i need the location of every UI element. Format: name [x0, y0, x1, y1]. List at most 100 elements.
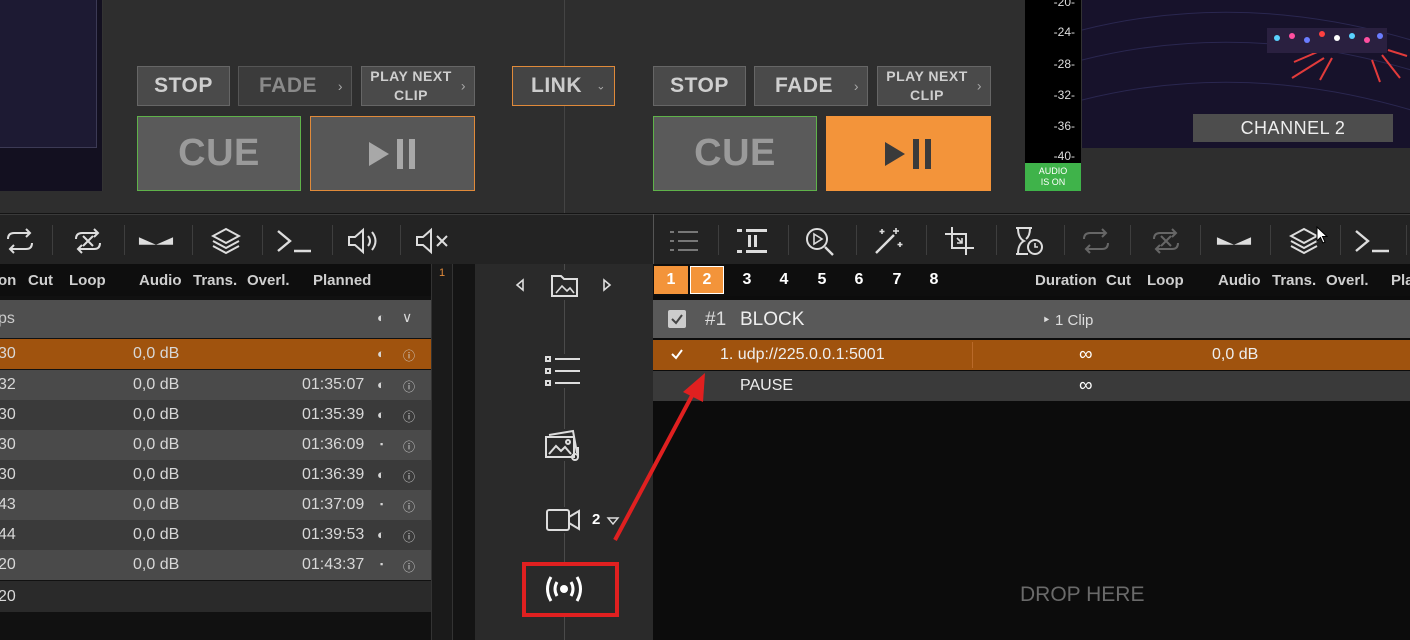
link-dropdown[interactable]: LINK ⌄	[512, 66, 615, 106]
right-stop-button[interactable]: STOP	[653, 66, 746, 106]
info-icon[interactable]: ⓘ	[403, 468, 415, 485]
camera-count: 2	[592, 511, 601, 528]
camera-icon[interactable]	[545, 507, 581, 533]
toolbar-divider	[1270, 225, 1271, 255]
left-cue-button[interactable]: CUE	[137, 116, 301, 191]
table-row[interactable]: 30 0,0 dB 01:35:39 ◐ ⓘ	[0, 400, 431, 430]
chevron-right-icon: ›	[460, 77, 466, 94]
right-cue-button[interactable]: CUE	[653, 116, 817, 191]
console-icon[interactable]	[1354, 223, 1390, 259]
info-icon[interactable]: ⓘ	[403, 528, 415, 545]
column-header: Overl.	[1326, 272, 1369, 289]
toolbar-divider	[262, 225, 263, 255]
tab-1[interactable]: 1	[654, 266, 688, 294]
chevron-down-icon[interactable]: ∨	[402, 309, 412, 326]
magic-wand-icon[interactable]	[870, 223, 906, 259]
right-play-next-clip-button[interactable]: PLAY NEXT CLIP ›	[877, 66, 991, 106]
table-row[interactable]: 20	[0, 581, 431, 612]
chevron-down-icon: ⌄	[596, 80, 606, 93]
table-row[interactable]: 30 0,0 dB ◐ ⓘ	[0, 339, 431, 369]
block-checkbox[interactable]	[668, 310, 686, 328]
toolbar-divider	[1130, 225, 1131, 255]
media-library-icon[interactable]	[544, 429, 582, 461]
tab-4[interactable]: 4	[767, 266, 801, 294]
repeat-icon[interactable]	[2, 223, 38, 259]
info-icon[interactable]: ⓘ	[403, 408, 415, 425]
repeat-off-icon[interactable]	[1148, 223, 1184, 259]
half-circle-icon: ◐	[377, 467, 385, 482]
square-marker-icon: ▪	[380, 499, 384, 509]
repeat-off-icon[interactable]	[70, 223, 106, 259]
meter-label: -20-	[1053, 0, 1075, 9]
group-row[interactable]: ps ◐ ∨	[0, 300, 431, 338]
transition-icon[interactable]	[1216, 223, 1252, 259]
block-name: BLOCK	[740, 309, 805, 330]
triangle-left-icon[interactable]	[514, 278, 526, 292]
console-icon[interactable]	[276, 223, 312, 259]
right-fade-button[interactable]: FADE ›	[754, 66, 868, 106]
right-play-pause-button[interactable]	[826, 116, 991, 191]
block-clip-count[interactable]: ‣ 1 Clip	[1042, 311, 1093, 329]
column-header: Pla	[1391, 272, 1410, 289]
left-fade-button[interactable]: FADE ›	[238, 66, 352, 106]
left-play-next-clip-button[interactable]: PLAY NEXT CLIP ›	[361, 66, 475, 106]
toolbar-divider	[124, 225, 125, 255]
table-row[interactable]: 43 0,0 dB 01:37:09 ▪ ⓘ	[0, 490, 431, 520]
item-audio-level: 0,0 dB	[1212, 346, 1259, 363]
table-row[interactable]: 30 0,0 dB 01:36:09 ▪ ⓘ	[0, 430, 431, 460]
table-row[interactable]: 32 0,0 dB 01:35:07 ◐ ⓘ	[0, 370, 431, 400]
checkmark-icon	[670, 347, 684, 361]
block-row[interactable]: #1 BLOCK ‣ 1 Clip	[653, 300, 1410, 338]
left-preview-image	[0, 0, 97, 148]
square-marker-icon: ▪	[380, 439, 384, 449]
transition-icon[interactable]	[138, 223, 174, 259]
meter-label: -28-	[1053, 57, 1075, 71]
square-marker-icon: ▪	[380, 559, 384, 569]
toolbar-divider	[996, 225, 997, 255]
item-source-url: 1. udp://225.0.0.1:5001	[720, 346, 885, 363]
tab-6[interactable]: 6	[842, 266, 876, 294]
triangle-right-icon[interactable]	[601, 278, 613, 292]
layers-icon[interactable]	[208, 223, 244, 259]
tab-3[interactable]: 3	[730, 266, 764, 294]
play-pause-icon	[368, 138, 415, 169]
playlist-item-row[interactable]: 1. udp://225.0.0.1:5001 ∞ 0,0 dB	[653, 340, 1410, 370]
folder-image-icon[interactable]	[549, 270, 581, 300]
pause-list-icon[interactable]	[734, 223, 770, 259]
info-icon[interactable]: ⓘ	[403, 347, 415, 364]
timer-icon[interactable]	[1010, 223, 1046, 259]
crop-icon[interactable]	[942, 223, 978, 259]
table-row[interactable]: 20 0,0 dB 01:43:37 ▪ ⓘ	[0, 550, 431, 580]
left-play-pause-button[interactable]	[310, 116, 475, 191]
tab-8[interactable]: 8	[917, 266, 951, 294]
block-number: #1	[705, 309, 727, 330]
broadcast-icon[interactable]	[544, 573, 584, 605]
search-play-icon[interactable]	[802, 223, 838, 259]
info-icon[interactable]: ⓘ	[403, 378, 415, 395]
column-header: Audio	[139, 272, 182, 289]
half-circle-icon: ◐	[377, 407, 385, 422]
info-icon[interactable]: ⓘ	[403, 438, 415, 455]
audio-status-badge: AUDIO IS ON	[1025, 163, 1081, 191]
info-icon[interactable]: ⓘ	[403, 558, 415, 575]
tab-5[interactable]: 5	[805, 266, 839, 294]
column-header: on	[0, 272, 17, 289]
gutter-number: 1	[439, 267, 446, 279]
table-row[interactable]: 44 0,0 dB 01:39:53 ◐ ⓘ	[0, 520, 431, 550]
mute-icon[interactable]	[414, 223, 450, 259]
toolbar-divider	[718, 225, 719, 255]
half-circle-icon: ◐	[377, 310, 385, 325]
pause-row[interactable]: PAUSE ∞	[653, 371, 1410, 401]
playlist-icon[interactable]	[666, 223, 702, 259]
repeat-icon[interactable]	[1078, 223, 1114, 259]
playlist-icon[interactable]	[544, 354, 582, 388]
meter-label: -24-	[1053, 25, 1075, 39]
tab-2[interactable]: 2	[690, 266, 724, 294]
volume-icon[interactable]	[346, 223, 382, 259]
left-stop-button[interactable]: STOP	[137, 66, 230, 106]
table-row[interactable]: 30 0,0 dB 01:36:39 ◐ ⓘ	[0, 460, 431, 490]
toolbar-divider	[926, 225, 927, 255]
info-icon[interactable]: ⓘ	[403, 498, 415, 515]
tab-7[interactable]: 7	[880, 266, 914, 294]
chevron-right-icon: ›	[853, 78, 859, 94]
